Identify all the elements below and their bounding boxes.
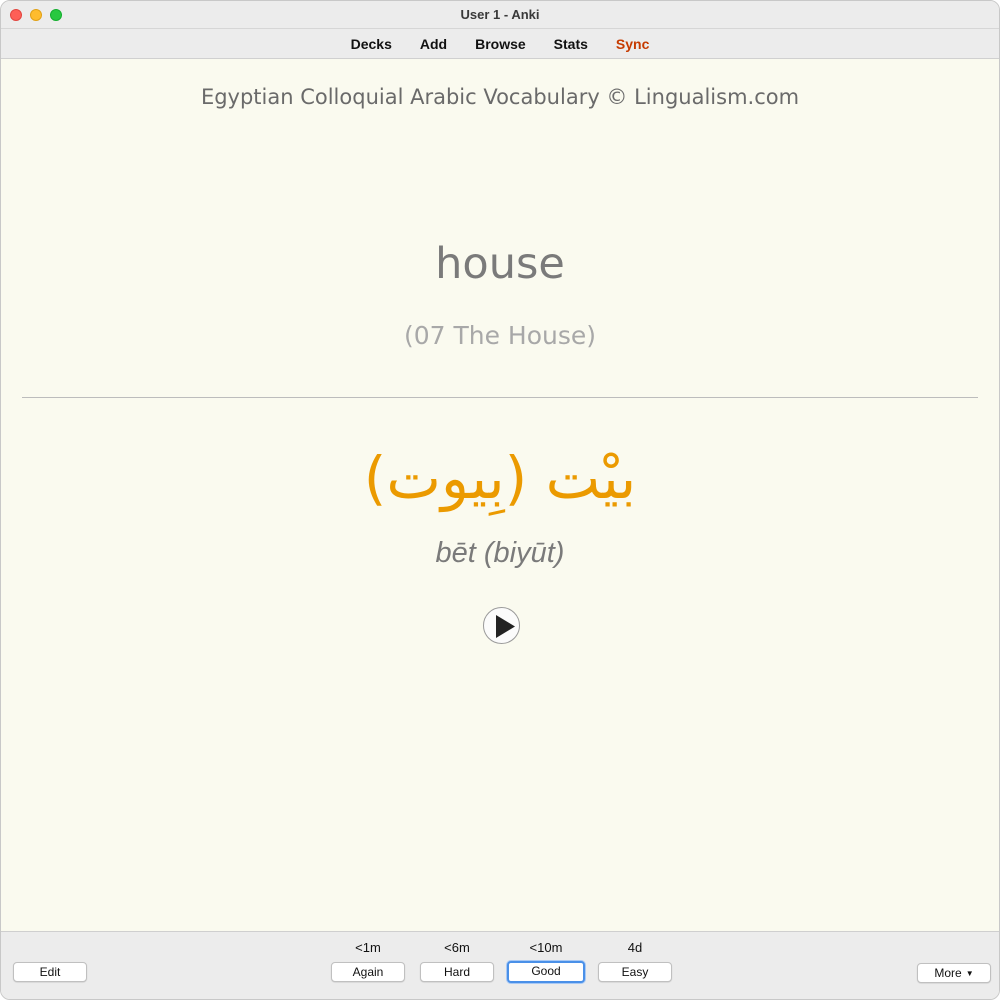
again-interval: <1m: [355, 940, 381, 955]
hard-button[interactable]: Hard: [420, 962, 494, 982]
toolbar-sync[interactable]: Sync: [616, 36, 649, 52]
hard-interval: <6m: [444, 940, 470, 955]
main-toolbar: Decks Add Browse Stats Sync: [1, 29, 999, 59]
play-audio-button[interactable]: [483, 607, 520, 644]
deck-title: Egyptian Colloquial Arabic Vocabulary © …: [200, 85, 800, 109]
transliteration: bēt (biyūt): [435, 537, 565, 569]
play-icon: [496, 615, 515, 638]
answer-bar: Edit <1m Again <6m Hard <10m Good 4d Eas…: [1, 931, 999, 999]
edit-button[interactable]: Edit: [13, 962, 87, 982]
easy-interval: 4d: [627, 940, 643, 955]
again-button[interactable]: Again: [331, 962, 405, 982]
card-view: Egyptian Colloquial Arabic Vocabulary © …: [1, 59, 999, 931]
toolbar-browse[interactable]: Browse: [475, 36, 526, 52]
more-label: More: [934, 966, 962, 980]
front-tag: (07 The House): [403, 321, 597, 350]
easy-button[interactable]: Easy: [598, 962, 672, 982]
toolbar-decks[interactable]: Decks: [351, 36, 392, 52]
anki-window: User 1 - Anki Decks Add Browse Stats Syn…: [0, 0, 1000, 1000]
toolbar-stats[interactable]: Stats: [554, 36, 588, 52]
window-title: User 1 - Anki: [460, 7, 540, 22]
arabic-answer: بيْت (بِيوت): [363, 444, 637, 512]
good-button[interactable]: Good: [507, 961, 585, 983]
more-button[interactable]: More ▼: [917, 963, 991, 983]
title-bar: User 1 - Anki: [1, 1, 999, 29]
front-word: house: [435, 239, 565, 289]
toolbar-add[interactable]: Add: [420, 36, 447, 52]
good-interval: <10m: [529, 940, 563, 955]
answer-divider: [22, 397, 978, 398]
caret-down-icon: ▼: [965, 969, 974, 978]
